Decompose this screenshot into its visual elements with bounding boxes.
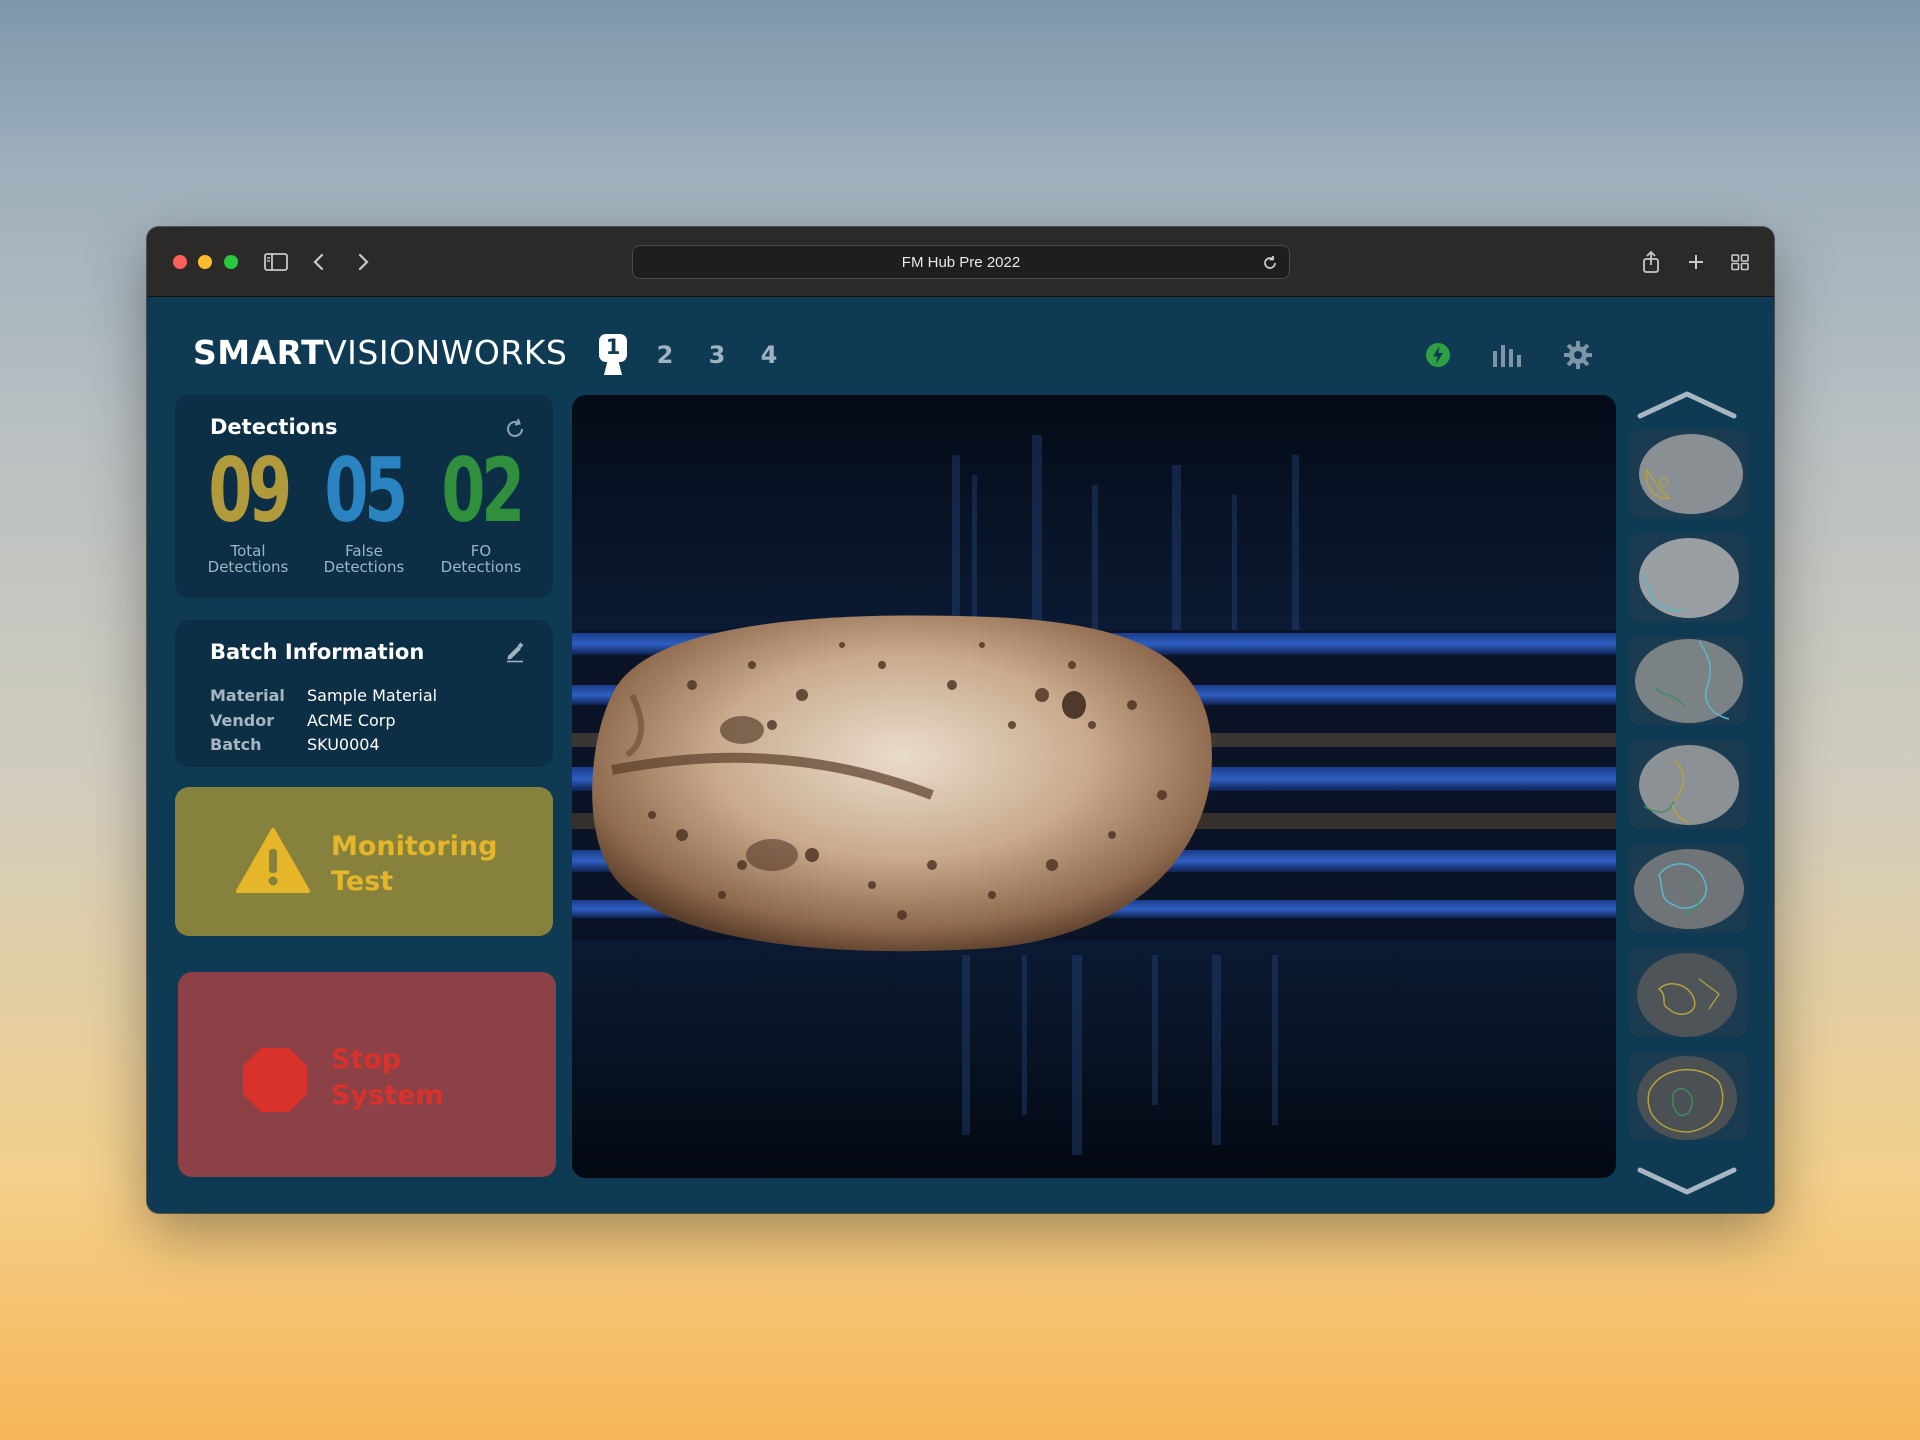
batch-key: Batch [210,735,307,754]
camera-tab-3[interactable]: 3 [691,333,743,377]
edit-pencil-icon[interactable] [501,638,529,666]
bar-chart-icon[interactable] [1488,335,1528,375]
thumbnail-item[interactable] [1629,534,1747,622]
zoom-window-button[interactable] [224,255,238,269]
new-tab-icon[interactable] [1681,247,1711,277]
warning-icon [235,827,311,899]
fo-detections-label: FO [426,543,536,559]
chevron-up-icon[interactable] [1637,391,1737,421]
browser-titlebar: FM Hub Pre 2022 [147,227,1774,297]
minimize-window-button[interactable] [198,255,212,269]
address-bar[interactable]: FM Hub Pre 2022 [632,245,1290,279]
stop-sign-icon [242,1047,308,1117]
fo-detections-stat: 02 FODetections [426,447,536,575]
vendor-key: Vendor [210,711,307,730]
batch-value: SKU0004 [307,735,380,754]
thumbnail-item[interactable] [1629,430,1747,518]
forward-arrow-icon[interactable] [348,247,378,277]
monitoring-label: Monitoring [331,829,497,864]
tab-overview-icon[interactable] [1725,247,1755,277]
false-detections-value: 05 [324,447,403,535]
detections-title: Detections [210,415,338,439]
thumbnail-item[interactable] [1629,637,1747,725]
browser-window: FM Hub Pre 2022 SMARTVISIONWORKS 1 2 3 [147,227,1774,1213]
chevron-down-icon[interactable] [1637,1165,1737,1195]
total-detections-stat: 09 TotalDetections [193,447,303,575]
gear-icon[interactable] [1558,335,1598,375]
total-detections-value: 09 [208,447,287,535]
thumbnail-carousel [1629,395,1751,1195]
material-key: Material [210,686,307,705]
batch-information-title: Batch Information [210,640,424,664]
conveyor-potato-image [572,395,1616,1178]
thumbnail-item[interactable] [1629,1052,1747,1140]
false-detections-label-2: Detections [309,559,419,575]
address-text: FM Hub Pre 2022 [902,254,1020,271]
stop-label-2: System [331,1078,443,1114]
monitoring-test-button[interactable]: MonitoringTest [175,787,553,936]
thumbnail-item[interactable] [1629,949,1747,1037]
sidebar-toggle-icon[interactable] [261,247,291,277]
thumbnail-item[interactable] [1629,741,1747,829]
reload-icon[interactable] [1259,252,1281,274]
thumbnail-item[interactable] [1629,845,1747,933]
camera-tabs: 1 2 3 4 [587,333,795,377]
monitoring-label-2: Test [331,864,497,899]
app-content: SMARTVISIONWORKS 1 2 3 4 [147,297,1774,1213]
material-value: Sample Material [307,686,437,705]
close-window-button[interactable] [173,255,187,269]
back-arrow-icon[interactable] [304,247,334,277]
stop-label: Stop [331,1042,443,1078]
camera-image-viewer[interactable] [572,395,1616,1178]
detections-panel: Detections 09 TotalDetections 05 FalseDe… [175,395,553,598]
smartvisionworks-logo: SMARTVISIONWORKS [193,333,567,372]
camera-tab-2[interactable]: 2 [639,333,691,377]
batch-information-panel: Batch Information MaterialSample Materia… [175,620,553,767]
false-detections-label: False [309,543,419,559]
fo-detections-label-2: Detections [426,559,536,575]
total-detections-label: Total [193,543,303,559]
camera-active-icon: 1 [598,333,628,377]
camera-tab-1[interactable]: 1 [587,333,639,377]
false-detections-stat: 05 FalseDetections [309,447,419,575]
camera-tab-4[interactable]: 4 [743,333,795,377]
stop-system-button[interactable]: StopSystem [178,972,556,1177]
fo-detections-value: 02 [441,447,520,535]
vendor-value: ACME Corp [307,711,396,730]
power-status-icon[interactable] [1418,335,1458,375]
share-icon[interactable] [1636,247,1666,277]
total-detections-label-2: Detections [193,559,303,575]
